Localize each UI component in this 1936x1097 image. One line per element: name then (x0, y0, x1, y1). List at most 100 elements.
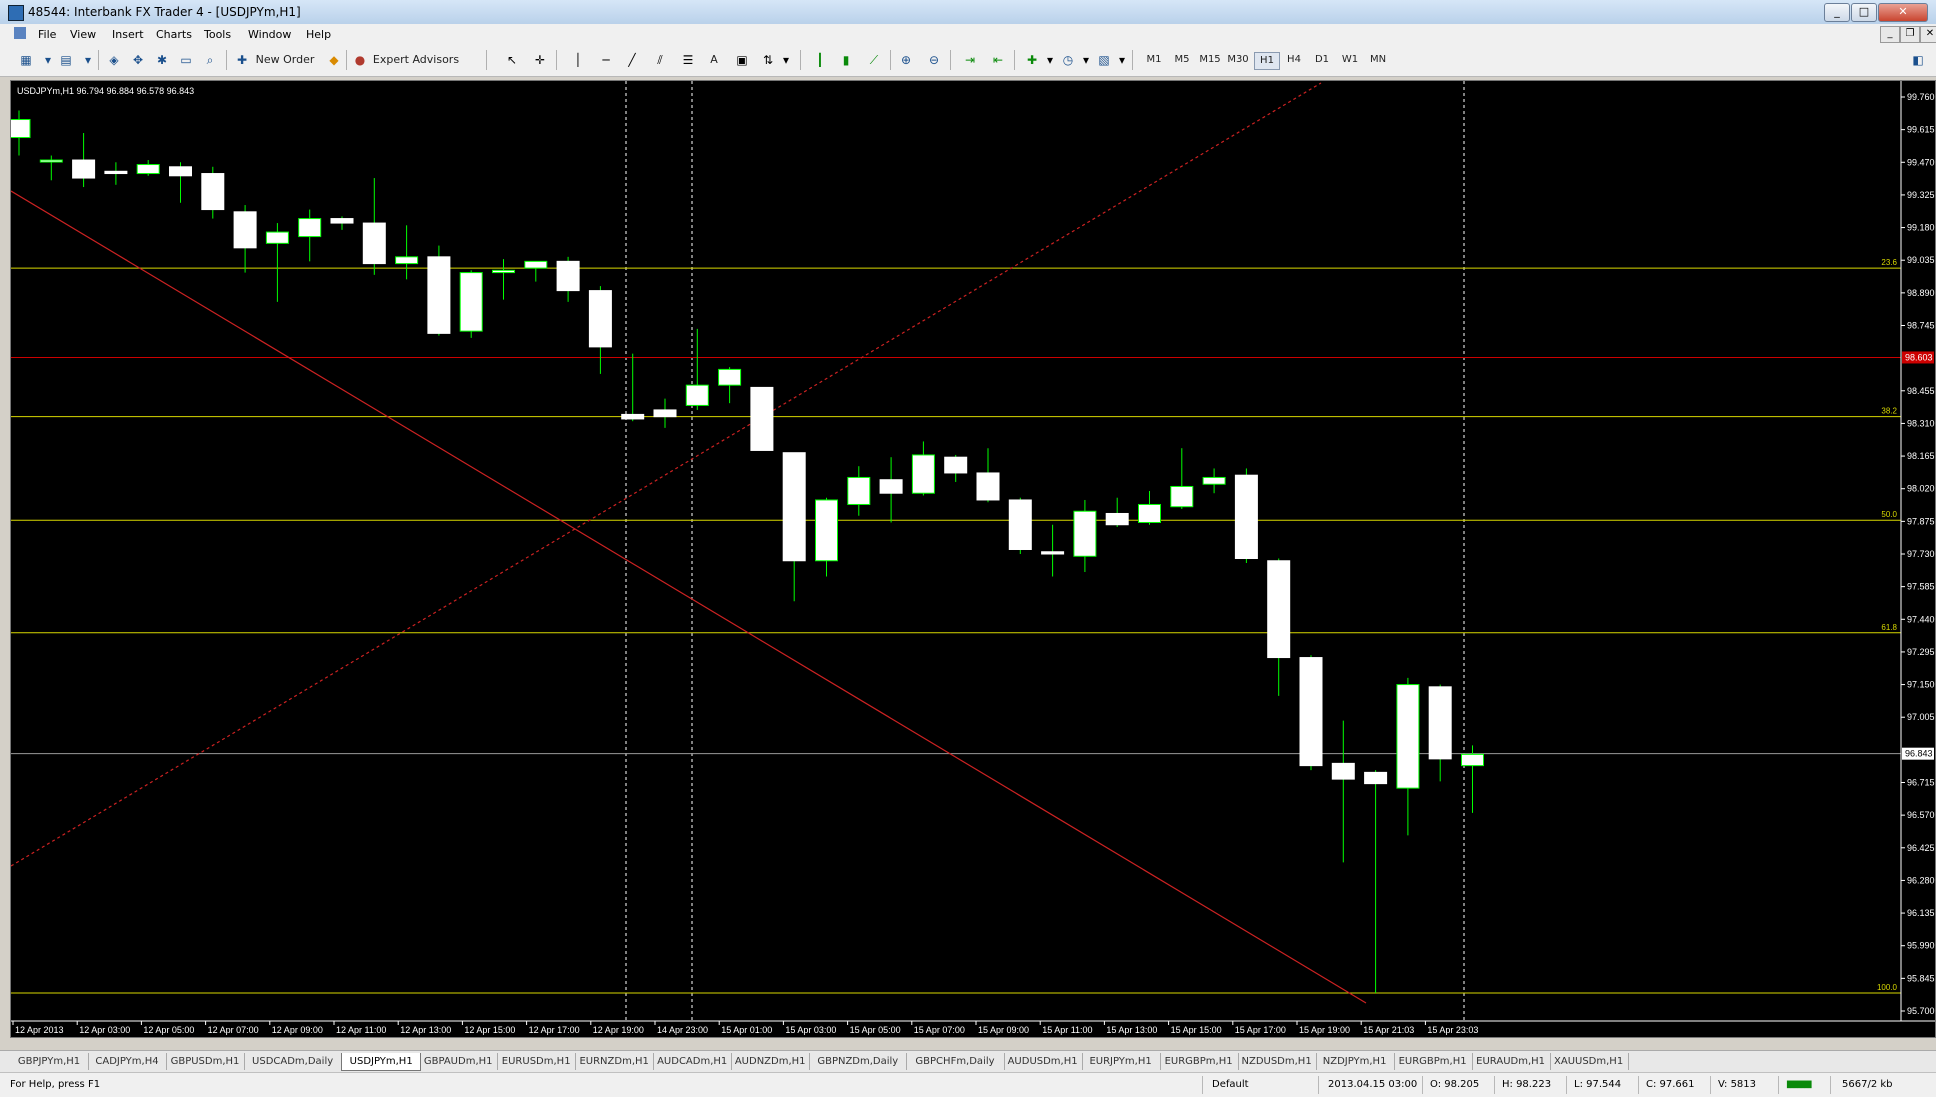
dropdown-icon[interactable]: ▾ (40, 53, 56, 67)
menu-charts[interactable]: Charts (156, 28, 192, 41)
channel-icon[interactable]: ⫽ (652, 53, 668, 67)
symbol-tab[interactable]: GBPUSDm,H1 (166, 1053, 245, 1070)
indicators-icon[interactable]: ✚ (1024, 53, 1040, 67)
candle[interactable] (11, 110, 31, 156)
market-watch-icon[interactable]: ◈ (106, 53, 122, 67)
candle[interactable] (330, 216, 354, 230)
candle[interactable] (233, 205, 257, 273)
menu-help[interactable]: Help (306, 28, 331, 41)
candle[interactable] (362, 178, 386, 275)
candle[interactable] (718, 367, 742, 404)
navigator-icon[interactable]: ✱ (154, 53, 170, 67)
bar-chart-icon[interactable]: ┃ (812, 53, 828, 67)
symbol-tab[interactable]: AUDCADm,H1 (653, 1053, 733, 1070)
menu-view[interactable]: View (70, 28, 96, 41)
timeframe-h1[interactable]: H1 (1254, 52, 1280, 70)
trendline-icon[interactable]: ╱ (624, 53, 640, 67)
new-order-icon[interactable]: ✚ (234, 53, 250, 67)
symbol-tab[interactable]: EURGBPm,H1 (1160, 1053, 1239, 1070)
trendline[interactable] (11, 190, 1367, 1004)
candle[interactable] (815, 497, 838, 577)
expert-advisors-icon[interactable]: ● (352, 53, 368, 67)
candle[interactable] (1396, 677, 1420, 836)
symbol-tab[interactable]: EURUSDm,H1 (497, 1053, 577, 1070)
horizontal-line-icon[interactable]: ─ (598, 53, 614, 67)
zoom-in-icon[interactable]: ⊕ (898, 53, 914, 67)
fibonacci-icon[interactable]: ☰ (680, 53, 696, 67)
candle[interactable] (588, 286, 612, 374)
candle[interactable] (1041, 524, 1065, 577)
terminal-icon[interactable]: ▭ (178, 53, 194, 67)
symbol-tab[interactable]: EURAUDm,H1 (1472, 1053, 1551, 1070)
candle[interactable] (1202, 468, 1226, 494)
candle[interactable] (524, 260, 548, 282)
new-chart-icon[interactable]: ▦ (18, 53, 34, 67)
symbol-tab[interactable]: GBPAUDm,H1 (419, 1053, 499, 1070)
timeframe-mn[interactable]: MN (1366, 52, 1390, 68)
symbol-tab[interactable]: GBPJPYm,H1 (10, 1053, 89, 1070)
templates-icon[interactable]: ▧ (1096, 53, 1112, 67)
candle[interactable] (1364, 770, 1388, 993)
candle[interactable] (1008, 497, 1032, 554)
symbol-tab[interactable]: USDCADm,Daily (244, 1053, 343, 1070)
symbol-tab[interactable]: EURGBPm,H1 (1394, 1053, 1473, 1070)
candle[interactable] (1138, 490, 1161, 525)
timeframe-m15[interactable]: M15 (1198, 52, 1222, 68)
profiles-icon[interactable]: ▤ (58, 53, 74, 67)
timeframe-m1[interactable]: M1 (1142, 52, 1166, 68)
auto-scroll-icon[interactable]: ⇥ (962, 53, 978, 67)
timeframe-m5[interactable]: M5 (1170, 52, 1194, 68)
vertical-line-icon[interactable]: │ (570, 53, 586, 67)
candle[interactable] (169, 162, 192, 203)
maximize-button[interactable]: □ (1851, 3, 1877, 22)
candle[interactable] (944, 454, 968, 482)
candle[interactable] (1299, 655, 1323, 771)
menu-tools[interactable]: Tools (204, 28, 231, 41)
close-button[interactable]: ✕ (1878, 3, 1928, 22)
strategy-tester-icon[interactable]: ⌕ (202, 53, 218, 67)
cursor-icon[interactable]: ↖ (504, 53, 520, 67)
mdi-close-button[interactable]: ✕ (1920, 26, 1936, 43)
candle[interactable] (72, 133, 96, 188)
minimize-button[interactable]: _ (1824, 3, 1850, 22)
crosshair-icon[interactable]: ✛ (532, 53, 548, 67)
candle[interactable] (750, 386, 774, 451)
candle[interactable] (653, 398, 677, 428)
dropdown-icon[interactable]: ▾ (778, 53, 794, 67)
symbol-tab[interactable]: USDJPYm,H1 (341, 1053, 422, 1071)
candle[interactable] (1170, 448, 1194, 509)
symbol-tab[interactable]: AUDNZDm,H1 (731, 1053, 811, 1070)
candle[interactable] (556, 256, 580, 302)
candle[interactable] (976, 448, 1000, 503)
candle[interactable] (395, 225, 419, 280)
candle[interactable] (782, 452, 806, 602)
dropdown-icon[interactable]: ▾ (80, 53, 96, 67)
timeframe-d1[interactable]: D1 (1310, 52, 1334, 68)
candle[interactable] (39, 155, 63, 181)
side-panel-icon[interactable]: ◧ (1910, 53, 1926, 67)
menu-file[interactable]: File (38, 28, 56, 41)
timeframe-h4[interactable]: H4 (1282, 52, 1306, 68)
symbol-tab[interactable]: EURJPYm,H1 (1082, 1053, 1161, 1070)
symbol-tab[interactable]: GBPCHFm,Daily (906, 1053, 1005, 1070)
candle[interactable] (847, 466, 871, 516)
candle[interactable] (427, 245, 451, 336)
candle[interactable] (1461, 745, 1484, 813)
symbol-tab[interactable]: AUDUSDm,H1 (1004, 1053, 1083, 1070)
candle[interactable] (136, 160, 160, 176)
mdi-restore-button[interactable]: ❐ (1900, 26, 1920, 43)
candle[interactable] (298, 209, 322, 262)
dropdown-icon[interactable]: ▾ (1042, 53, 1058, 67)
symbol-tab[interactable]: GBPNZDm,Daily (809, 1053, 908, 1070)
candle[interactable] (1073, 499, 1097, 573)
metaeditor-icon[interactable]: ◆ (326, 53, 342, 67)
line-chart-icon[interactable]: ⟋ (866, 53, 882, 67)
expert-advisors-button[interactable]: Expert Advisors (370, 52, 462, 68)
timeframe-w1[interactable]: W1 (1338, 52, 1362, 68)
text-tool-icon[interactable]: A (706, 52, 722, 68)
candle[interactable] (1331, 720, 1355, 863)
candle[interactable] (685, 328, 709, 410)
menu-insert[interactable]: Insert (112, 28, 144, 41)
new-order-button[interactable]: New Order (252, 52, 318, 68)
symbol-tab[interactable]: EURNZDm,H1 (575, 1053, 655, 1070)
